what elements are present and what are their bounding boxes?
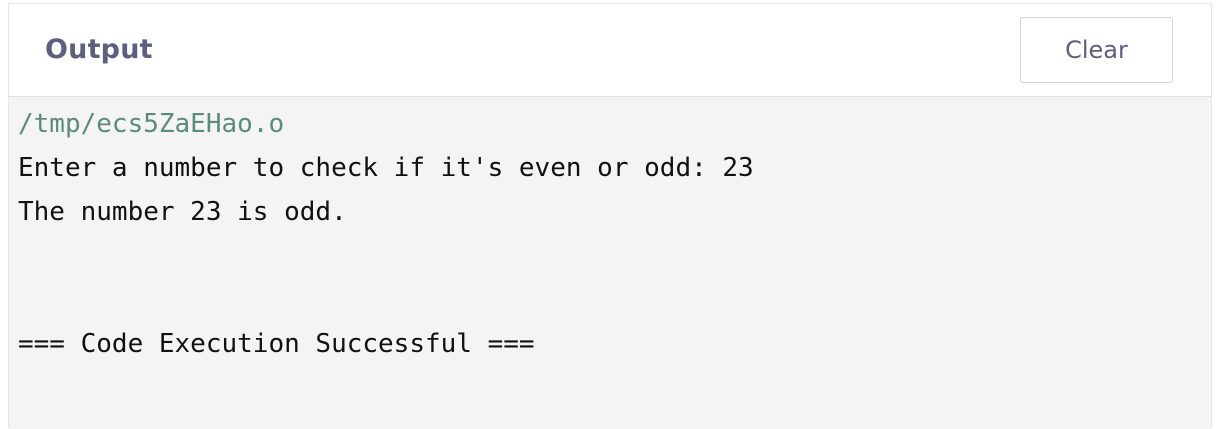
output-line-prompt: Enter a number to check if it's even or … (18, 153, 754, 183)
output-line-blank-2 (18, 278, 1211, 322)
output-line-blank-1 (18, 234, 1211, 278)
output-line-path: /tmp/ecs5ZaEHao.o (18, 109, 285, 139)
console-output[interactable]: /tmp/ecs5ZaEHao.o Enter a number to chec… (9, 97, 1211, 429)
output-line-result: The number 23 is odd. (18, 197, 347, 227)
output-header: Output Clear (9, 4, 1211, 97)
output-line-status: === Code Execution Successful === (18, 329, 535, 359)
clear-button[interactable]: Clear (1020, 17, 1173, 83)
output-title: Output (45, 34, 153, 65)
output-panel: Output Clear /tmp/ecs5ZaEHao.o Enter a n… (8, 3, 1212, 429)
